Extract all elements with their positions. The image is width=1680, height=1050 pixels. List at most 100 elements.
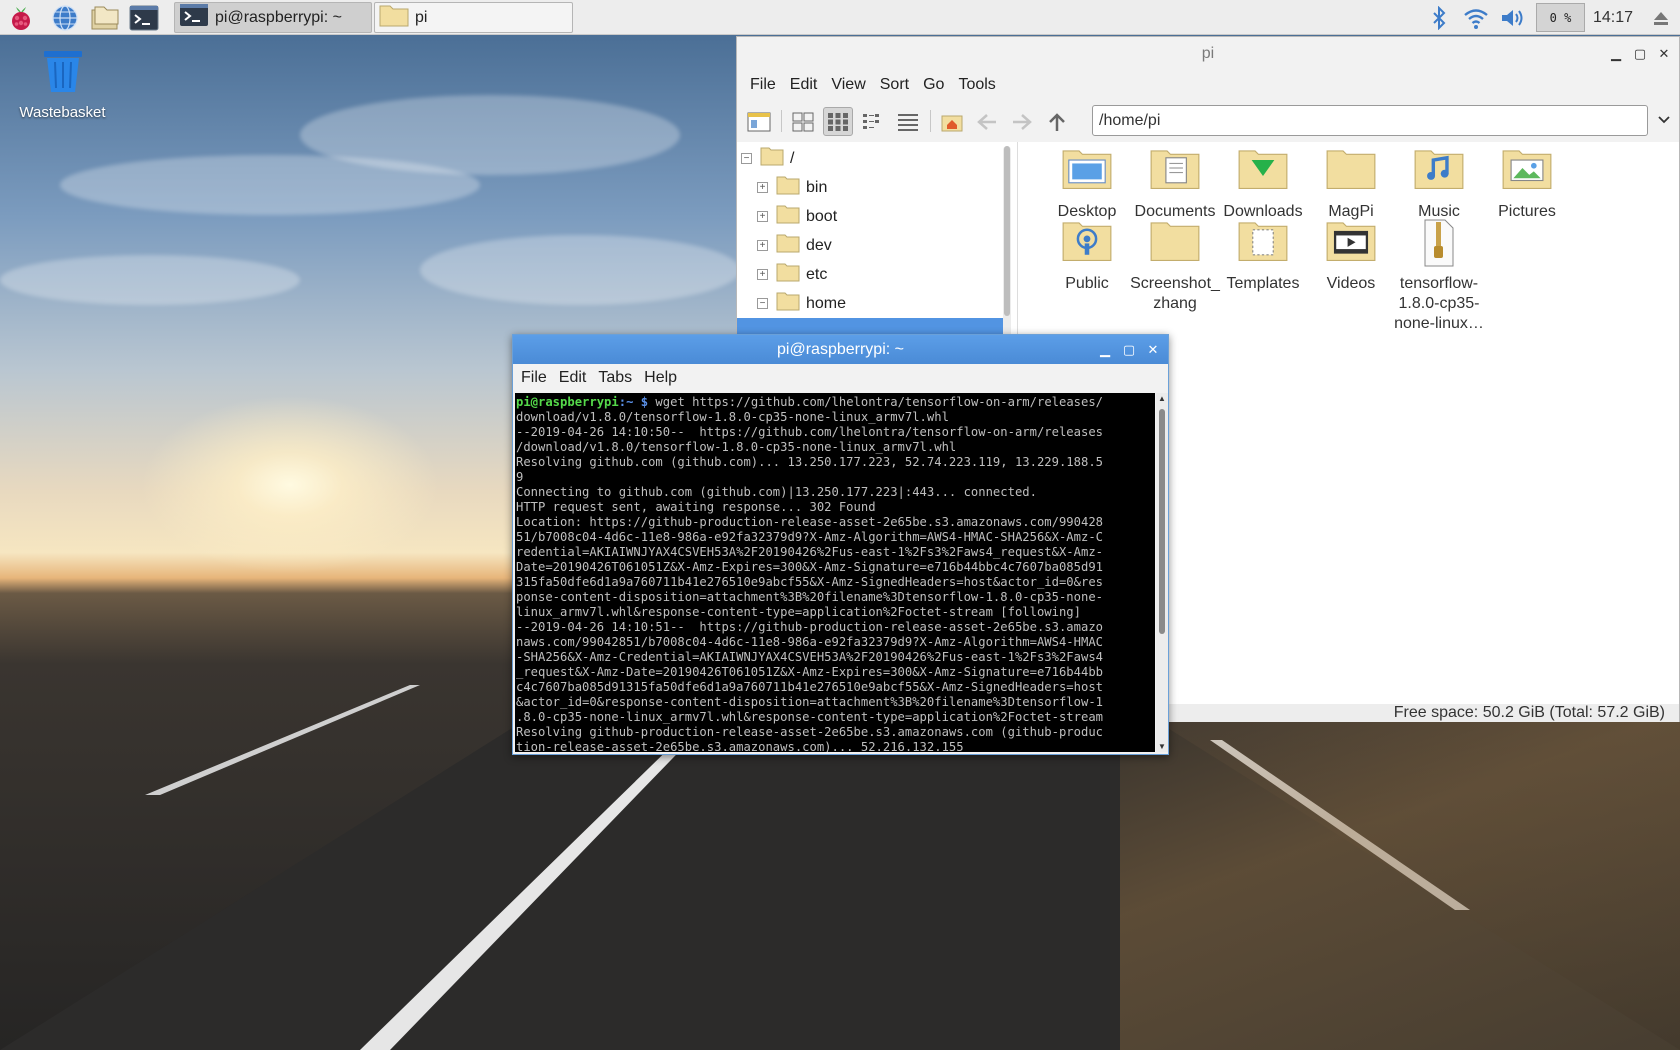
maximize-button[interactable]: ▢ bbox=[1631, 45, 1649, 63]
new-window-icon[interactable] bbox=[744, 107, 774, 136]
tree-item-etc[interactable]: + etc bbox=[757, 260, 827, 289]
folder-icon bbox=[379, 3, 409, 32]
file-item[interactable]: MagPi bbox=[1305, 146, 1397, 222]
prompt-dir: :~ $ bbox=[618, 395, 649, 409]
expand-icon[interactable]: + bbox=[757, 211, 768, 222]
web-browser-icon[interactable] bbox=[50, 3, 80, 32]
file-item[interactable]: tensorflow- 1.8.0-cp35- none-linux… bbox=[1393, 218, 1485, 334]
file-item[interactable]: Templates bbox=[1217, 218, 1309, 294]
folder-icon bbox=[776, 175, 800, 200]
templates-folder-icon bbox=[1217, 218, 1309, 272]
volume-icon[interactable] bbox=[1499, 0, 1527, 35]
view-compact-icon[interactable] bbox=[858, 107, 888, 136]
menu-edit[interactable]: Edit bbox=[553, 369, 593, 387]
file-item[interactable]: Pictures bbox=[1481, 146, 1573, 222]
file-item[interactable]: Videos bbox=[1305, 218, 1397, 294]
toolbar bbox=[737, 100, 1679, 142]
wifi-icon[interactable] bbox=[1461, 0, 1491, 35]
pictures-folder-icon bbox=[1481, 146, 1573, 200]
tree-item-root[interactable]: − / bbox=[741, 144, 794, 173]
file-item-label: Public bbox=[1065, 275, 1109, 292]
menu-file[interactable]: File bbox=[743, 76, 783, 94]
collapse-icon[interactable]: − bbox=[741, 153, 752, 164]
file-item-label: Templates bbox=[1226, 275, 1300, 292]
videos-folder-icon bbox=[1305, 218, 1397, 272]
maximize-button[interactable]: ▢ bbox=[1120, 341, 1138, 359]
menu-sort[interactable]: Sort bbox=[873, 76, 916, 94]
folder-icon bbox=[1129, 218, 1221, 272]
tree-item-label: boot bbox=[806, 207, 838, 225]
menu-bar: File Edit Tabs Help bbox=[513, 364, 1168, 392]
menu-bar: File Edit View Sort Go Tools bbox=[737, 70, 1679, 100]
trash-icon bbox=[10, 48, 115, 98]
folder-icon bbox=[1305, 146, 1397, 200]
home-icon[interactable] bbox=[937, 107, 967, 136]
window-title: pi@raspberrypi: ~ bbox=[777, 341, 904, 358]
clock[interactable]: 14:17 bbox=[1593, 0, 1633, 35]
taskbar-task-file-manager[interactable]: pi bbox=[374, 2, 573, 33]
file-manager-icon[interactable] bbox=[90, 3, 120, 32]
collapse-icon[interactable]: − bbox=[757, 298, 768, 309]
documents-folder-icon bbox=[1129, 146, 1221, 200]
taskbar: pi@raspberrypi: ~ pi 0 % 14:17 bbox=[0, 0, 1680, 35]
minimize-button[interactable]: ▁ bbox=[1607, 45, 1625, 63]
expand-icon[interactable]: + bbox=[757, 240, 768, 251]
menu-edit[interactable]: Edit bbox=[783, 76, 825, 94]
forward-arrow-icon[interactable] bbox=[1007, 107, 1037, 136]
desktop-icon-label: Wastebasket bbox=[19, 104, 106, 121]
expand-icon[interactable]: + bbox=[757, 182, 768, 193]
view-thumbnail-icon[interactable] bbox=[788, 107, 818, 136]
raspberry-menu-icon[interactable] bbox=[6, 3, 36, 32]
taskbar-task-terminal[interactable]: pi@raspberrypi: ~ bbox=[174, 2, 372, 33]
file-item[interactable]: Documents bbox=[1129, 146, 1221, 222]
file-item[interactable]: Desktop bbox=[1041, 146, 1133, 222]
menu-help[interactable]: Help bbox=[638, 369, 683, 387]
desktop-icon-wastebasket[interactable]: Wastebasket bbox=[10, 48, 115, 121]
eject-icon[interactable] bbox=[1648, 0, 1674, 35]
window-titlebar[interactable]: pi ▁ ▢ ✕ bbox=[737, 37, 1679, 70]
terminal-window: pi@raspberrypi: ~ ▁ ▢ ✕ File Edit Tabs H… bbox=[512, 334, 1169, 755]
menu-tabs[interactable]: Tabs bbox=[592, 369, 638, 387]
menu-view[interactable]: View bbox=[824, 76, 872, 94]
task-label: pi@raspberrypi: ~ bbox=[215, 8, 342, 26]
path-input[interactable] bbox=[1092, 105, 1648, 136]
cpu-usage-monitor[interactable]: 0 % bbox=[1536, 3, 1585, 32]
view-list-icon[interactable] bbox=[893, 107, 923, 136]
close-button[interactable]: ✕ bbox=[1655, 45, 1673, 63]
tree-item-home[interactable]: − home bbox=[757, 289, 846, 318]
file-item-label: Screenshot_ zhang bbox=[1130, 275, 1220, 312]
folder-icon bbox=[776, 204, 800, 229]
bluetooth-icon[interactable] bbox=[1426, 0, 1452, 35]
minimize-button[interactable]: ▁ bbox=[1096, 341, 1114, 359]
terminal-output-text: download/v1.8.0/tensorflow-1.8.0-cp35-no… bbox=[516, 410, 1103, 752]
tree-item-bin[interactable]: + bin bbox=[757, 173, 827, 202]
file-item[interactable]: Music bbox=[1393, 146, 1485, 222]
view-icons-icon[interactable] bbox=[823, 107, 853, 136]
back-arrow-icon[interactable] bbox=[972, 107, 1002, 136]
terminal-output[interactable]: pi@raspberrypi:~ $ wget https://github.c… bbox=[515, 393, 1155, 752]
folder-icon bbox=[776, 262, 800, 287]
terminal-scrollbar[interactable]: ▲ ▼ bbox=[1156, 393, 1168, 752]
chevron-down-icon[interactable] bbox=[1654, 110, 1674, 130]
expand-icon[interactable]: + bbox=[757, 269, 768, 280]
menu-file[interactable]: File bbox=[515, 369, 553, 387]
file-item[interactable]: Screenshot_ zhang bbox=[1129, 218, 1221, 314]
up-arrow-icon[interactable] bbox=[1042, 107, 1072, 136]
terminal-icon[interactable] bbox=[129, 3, 159, 32]
menu-tools[interactable]: Tools bbox=[951, 76, 1002, 94]
tree-item-dev[interactable]: + dev bbox=[757, 231, 832, 260]
sun-glow bbox=[140, 395, 440, 575]
scroll-up-icon[interactable]: ▲ bbox=[1157, 394, 1167, 403]
tree-item-boot[interactable]: + boot bbox=[757, 202, 837, 231]
folder-icon bbox=[776, 233, 800, 258]
scroll-down-icon[interactable]: ▼ bbox=[1157, 742, 1167, 751]
public-folder-icon bbox=[1041, 218, 1133, 272]
close-button[interactable]: ✕ bbox=[1144, 341, 1162, 359]
file-item[interactable]: Public bbox=[1041, 218, 1133, 294]
terminal-command: wget https://github.com/lhelontra/tensor… bbox=[648, 395, 1104, 409]
desktop-folder-icon bbox=[1041, 146, 1133, 200]
menu-go[interactable]: Go bbox=[916, 76, 951, 94]
folder-icon bbox=[776, 291, 800, 316]
window-titlebar[interactable]: pi@raspberrypi: ~ ▁ ▢ ✕ bbox=[513, 335, 1168, 364]
file-item[interactable]: Downloads bbox=[1217, 146, 1309, 222]
